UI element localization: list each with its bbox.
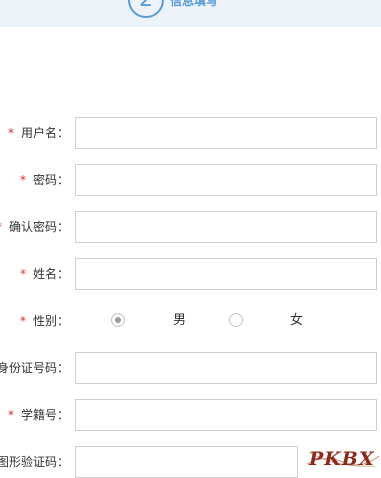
required-mark: * xyxy=(19,173,26,187)
form-row-username: * 用户名： xyxy=(0,117,381,149)
required-mark: * xyxy=(19,267,26,281)
form-row-gender: * 性别： 男 女 xyxy=(0,305,381,337)
required-mark: * xyxy=(7,126,14,140)
form-row-password: * 密码： xyxy=(0,164,381,196)
gender-male-label[interactable]: 男 xyxy=(173,305,186,337)
student-number-label: * 学籍号： xyxy=(7,408,69,422)
username-label: * 用户名： xyxy=(7,126,69,140)
form-row-id-number: 身份证号码： xyxy=(0,352,381,384)
form-row-confirm-password: *确认密码： xyxy=(0,211,381,243)
student-number-input[interactable] xyxy=(75,399,377,431)
captcha-input[interactable] xyxy=(75,446,298,478)
confirm-password-label: *确认密码： xyxy=(0,211,69,243)
required-mark: * xyxy=(7,408,14,422)
form-row-student-number: * 学籍号： xyxy=(0,399,381,431)
step-number-circle: 2 xyxy=(128,0,164,18)
form-row-name: * 姓名： xyxy=(0,258,381,290)
gender-male-radio[interactable] xyxy=(111,313,125,327)
confirm-password-input[interactable] xyxy=(75,211,377,243)
required-mark: * xyxy=(0,220,2,234)
name-input[interactable] xyxy=(75,258,377,290)
step-label: 信息填写 xyxy=(170,0,219,8)
username-input[interactable] xyxy=(75,117,377,149)
name-label: * 姓名： xyxy=(19,267,69,281)
password-input[interactable] xyxy=(75,164,377,196)
required-mark: * xyxy=(19,314,26,328)
id-number-input[interactable] xyxy=(75,352,377,384)
gender-female-label[interactable]: 女 xyxy=(290,305,303,337)
captcha-image[interactable]: PKBX xyxy=(305,444,381,472)
captcha-text: PKBX xyxy=(308,448,375,470)
id-number-label: 身份证号码： xyxy=(0,361,69,375)
step-banner: 2 信息填写 xyxy=(0,0,381,27)
gender-label: * 性别： xyxy=(19,314,69,328)
password-label: * 密码： xyxy=(19,173,69,187)
gender-female-radio[interactable] xyxy=(229,313,243,327)
captcha-label: 图形验证码： xyxy=(0,455,69,469)
